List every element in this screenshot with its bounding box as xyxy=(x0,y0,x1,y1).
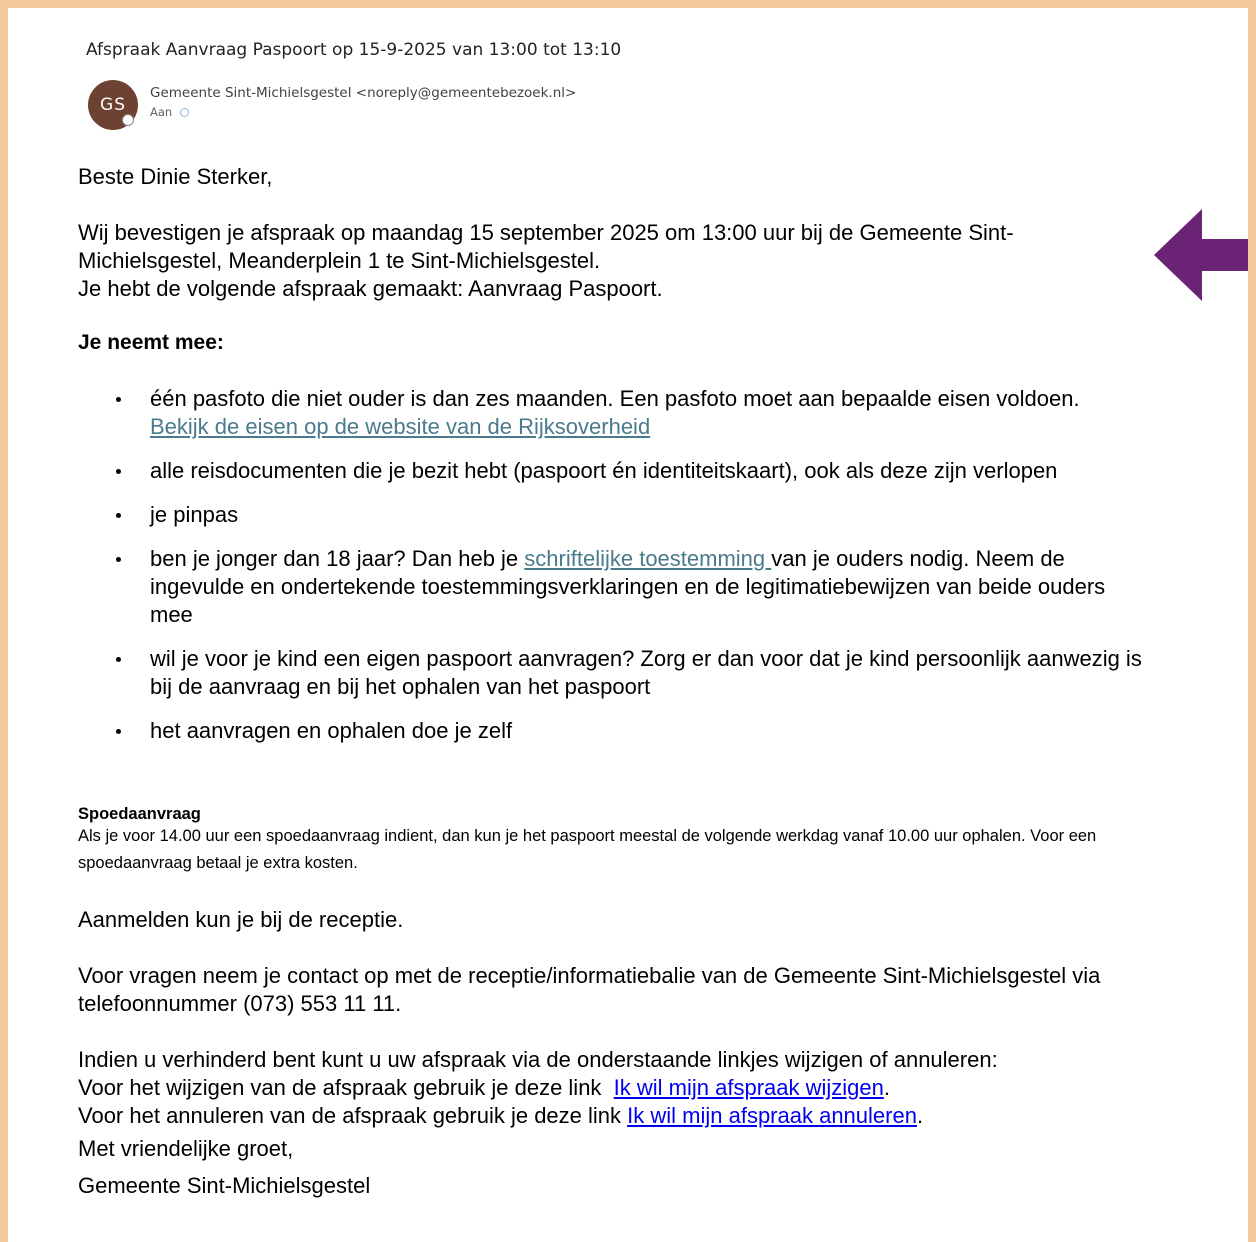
list-item: ben je jonger dan 18 jaar? Dan heb je sc… xyxy=(116,545,1148,629)
closing-section: Aanmelden kun je bij de receptie. Voor v… xyxy=(78,906,1148,1204)
bring-list: één pasfoto die niet ouder is dan zes ma… xyxy=(78,385,1148,745)
change-intro: Indien u verhinderd bent kunt u uw afspr… xyxy=(78,1047,998,1072)
greeting: Beste Dinie Sterker, xyxy=(78,164,273,189)
list-item: het aanvragen en ophalen doe je zelf xyxy=(116,717,1148,745)
closing-greeting: Met vriendelijke groet, xyxy=(78,1136,294,1161)
avatar-initials: GS xyxy=(100,95,126,115)
presence-status-icon xyxy=(122,114,134,126)
confirmation-text: Wij bevestigen je afspraak op maandag 15… xyxy=(78,220,1014,273)
sender-address[interactable]: Gemeente Sint-Michielsgestel <noreply@ge… xyxy=(150,85,576,101)
rijksoverheid-requirements-link[interactable]: Bekijk de eisen op de website van de Rij… xyxy=(150,414,650,439)
arrow-left-icon xyxy=(1154,209,1248,301)
written-consent-link[interactable]: schriftelijke toestemming xyxy=(524,546,771,571)
email-subject: Afspraak Aanvraag Paspoort op 15-9-2025 … xyxy=(86,40,622,60)
change-line: Voor het wijzigen van de afspraak gebrui… xyxy=(78,1075,890,1100)
contact-text: Voor vragen neem je contact op met de re… xyxy=(78,963,1101,1016)
checkin-text: Aanmelden kun je bij de receptie. xyxy=(78,907,404,932)
urgent-request-section: Spoedaanvraag Als je voor 14.00 uur een … xyxy=(78,803,1148,877)
confirmation-paragraph: Wij bevestigen je afspraak op maandag 15… xyxy=(78,219,1148,303)
to-label: Aan xyxy=(150,105,173,119)
list-item: je pinpas xyxy=(116,501,1148,529)
change-appointment-link[interactable]: Ik wil mijn afspraak wijzigen xyxy=(614,1075,884,1100)
signature: Gemeente Sint-Michielsgestel xyxy=(78,1173,371,1198)
urgent-request-title: Spoedaanvraag xyxy=(78,805,201,823)
bring-heading: Je neemt mee: xyxy=(78,331,224,354)
list-item: wil je voor je kind een eigen paspoort a… xyxy=(116,645,1148,701)
cancel-appointment-link[interactable]: Ik wil mijn afspraak annuleren xyxy=(627,1103,917,1128)
urgent-request-text: Als je voor 14.00 uur een spoedaanvraag … xyxy=(78,827,1097,872)
list-item: alle reisdocumenten die je bezit hebt (p… xyxy=(116,457,1148,485)
recipient-presence-icon xyxy=(180,108,190,117)
cancel-line: Voor het annuleren van de afspraak gebru… xyxy=(78,1103,924,1128)
recipient-line: Aan xyxy=(150,105,190,119)
email-body: Beste Dinie Sterker, Wij bevestigen je a… xyxy=(78,163,1148,761)
list-item: één pasfoto die niet ouder is dan zes ma… xyxy=(116,385,1148,441)
appointment-type-text: Je hebt de volgende afspraak gemaakt: Aa… xyxy=(78,276,663,301)
email-window: Afspraak Aanvraag Paspoort op 15-9-2025 … xyxy=(0,0,1256,1242)
